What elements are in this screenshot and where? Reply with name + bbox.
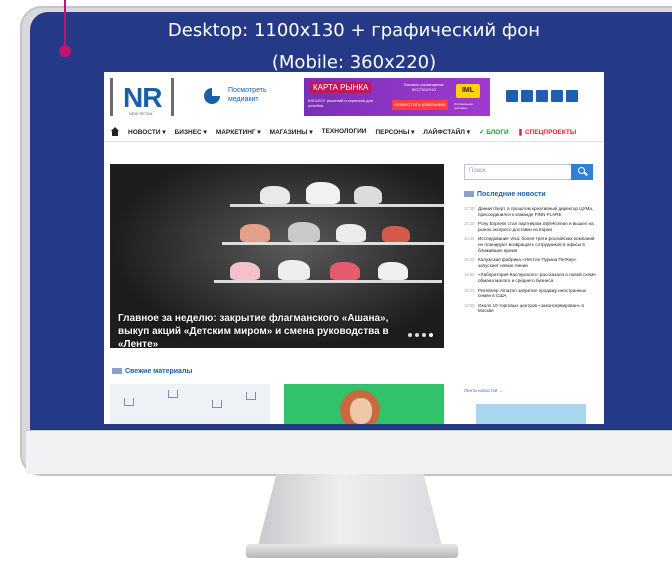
news-time: 15:50 xyxy=(464,272,475,278)
caption-mobile: (Mobile: 360x220) xyxy=(271,52,437,73)
site-logo[interactable]: NR NEW RETAIL xyxy=(110,78,174,116)
mail-icon[interactable] xyxy=(566,90,578,102)
sneaker xyxy=(240,224,270,242)
sneaker xyxy=(336,224,366,242)
sneaker xyxy=(260,186,290,204)
news-text[interactable]: Даниел Берт, в прошлом креативный директ… xyxy=(478,206,598,217)
news-text[interactable]: Ритейлер Amazon запретил продажу иностра… xyxy=(478,288,598,299)
nav-lifestyle[interactable]: ЛАЙФСТАЙЛ ▾ xyxy=(423,128,470,136)
logo-subtitle: NEW RETAIL xyxy=(129,111,154,116)
monitor-base xyxy=(246,544,458,558)
news-time: 16:45 xyxy=(464,236,475,242)
article-thumbnail[interactable] xyxy=(284,384,444,424)
fresh-heading: Свежие материалы xyxy=(112,368,192,375)
sneaker xyxy=(306,182,340,204)
mediakit-link[interactable]: Посмотреть медиакит xyxy=(228,86,288,104)
cart-icon xyxy=(246,392,256,400)
search-icon-handle xyxy=(584,171,588,176)
news-item[interactable]: 17:30 Даниел Берт, в прошлом креативный д… xyxy=(464,206,598,217)
nr-mark-icon xyxy=(464,191,474,198)
nav-marketing[interactable]: МАРКЕТИНГ ▾ xyxy=(216,128,261,136)
home-icon[interactable] xyxy=(110,126,120,137)
sneaker xyxy=(378,262,408,280)
news-item[interactable]: 14:55 Около 10 торговых центров «законсер… xyxy=(464,303,598,314)
sneaker xyxy=(278,260,310,280)
news-text[interactable]: Исследование Visa: более трети российски… xyxy=(478,236,598,253)
latest-news-label: Последние новости xyxy=(477,191,546,198)
article-thumbnail[interactable] xyxy=(110,384,270,424)
nr-mark-icon xyxy=(112,368,122,375)
news-time: 17:10 xyxy=(464,221,475,227)
slider-dot[interactable] xyxy=(408,333,412,337)
banner-partner-sub: Оптимальная доставка xyxy=(454,102,474,110)
portrait-face xyxy=(350,398,372,424)
shelf xyxy=(230,204,444,207)
telegram-icon[interactable] xyxy=(536,90,548,102)
news-time: 16:20 xyxy=(464,257,475,263)
news-item[interactable]: 16:45 Исследование Visa: более трети росс… xyxy=(464,236,598,253)
facebook-icon[interactable] xyxy=(506,90,518,102)
sneaker xyxy=(354,186,382,204)
social-links xyxy=(506,90,578,102)
search-button[interactable] xyxy=(571,164,593,180)
slider-dots xyxy=(408,333,433,337)
news-list: 17:30 Даниел Берт, в прошлом креативный д… xyxy=(464,206,598,318)
nav-persons[interactable]: ПЕРСОНЫ ▾ xyxy=(375,128,414,136)
banner-partner-logo: IML xyxy=(456,84,480,98)
banner-brand: КАРТА РЫНКА xyxy=(310,82,372,93)
search-box[interactable]: Поиск xyxy=(464,164,593,180)
sneaker xyxy=(382,226,410,242)
fresh-label: Свежие материалы xyxy=(125,368,193,375)
sneaker xyxy=(288,222,320,242)
news-item[interactable]: 17:10 Pony Express стал партнёром StyleKo… xyxy=(464,221,598,232)
news-time: 15:20 xyxy=(464,287,475,293)
news-text[interactable]: «Лаборатория Касперского» рассказала о н… xyxy=(478,272,598,283)
latest-news-heading: Последние новости xyxy=(464,191,546,198)
news-feed-link[interactable]: Лента новостей → xyxy=(464,388,503,393)
slider-dot[interactable] xyxy=(422,333,426,337)
search-input[interactable]: Поиск xyxy=(469,168,486,174)
news-item[interactable]: 15:20 Ритейлер Amazon запретил продажу ин… xyxy=(464,288,598,299)
news-time: 17:30 xyxy=(464,206,475,211)
vk-icon[interactable] xyxy=(521,90,533,102)
sidebar-ad[interactable] xyxy=(476,404,586,424)
sneaker xyxy=(330,262,360,280)
news-text[interactable]: Около 10 торговых центров «законсервиров… xyxy=(478,303,598,314)
header-banner[interactable]: КАРТА РЫНКА КАТАЛОГ решений и сервисов д… xyxy=(304,78,490,116)
cart-icon xyxy=(124,398,134,406)
slider-dot-active[interactable] xyxy=(429,333,433,337)
banner-catalog: КАТАЛОГ решений и сервисов для ритейла xyxy=(308,98,373,108)
cart-icon xyxy=(212,400,222,408)
news-text[interactable]: Калужская фабрика «Нестле Пурина ПетКер»… xyxy=(478,257,598,268)
hero-caption[interactable]: Главное за неделю: закрытие флагманского… xyxy=(118,312,418,348)
slider-dot[interactable] xyxy=(415,333,419,337)
news-item[interactable]: 15:50 «Лаборатория Касперского» рассказал… xyxy=(464,272,598,283)
monitor-stand xyxy=(258,474,442,546)
main-nav: НОВОСТИ ▾ БИЗНЕС ▾ МАРКЕТИНГ ▾ МАГАЗИНЫ … xyxy=(104,122,604,142)
news-text[interactable]: Pony Express стал партнёром StyleKorean … xyxy=(478,221,598,232)
cart-icon xyxy=(168,390,178,398)
banner-free-text: Базовое размещение БЕСПЛАТНО xyxy=(404,82,444,92)
ok-icon[interactable] xyxy=(551,90,563,102)
nav-blogs[interactable]: ✓ БЛОГИ xyxy=(479,128,509,136)
shelf xyxy=(214,280,442,283)
site-header: NR NEW RETAIL Посмотреть медиакит КАРТА … xyxy=(104,72,604,120)
hero-slide[interactable]: Главное за неделю: закрытие флагманского… xyxy=(110,164,444,348)
sneaker xyxy=(230,262,260,280)
shelf xyxy=(222,242,444,245)
website-preview: NR NEW RETAIL Посмотреть медиакит КАРТА … xyxy=(104,72,604,424)
nav-tech[interactable]: ТЕХНОЛОГИИ xyxy=(322,128,367,135)
caption-desktop: Desktop: 1100x130 + графический фон xyxy=(167,20,541,41)
nav-specials[interactable]: ❚ СПЕЦПРОЕКТЫ xyxy=(518,128,576,136)
news-item[interactable]: 16:20 Калужская фабрика «Нестле Пурина Пе… xyxy=(464,257,598,268)
banner-button[interactable]: РАЗМЕСТИТЬ КОМПАНИЮ xyxy=(392,100,448,110)
nav-business[interactable]: БИЗНЕС ▾ xyxy=(175,128,207,136)
logo-text: NR xyxy=(123,82,162,113)
news-time: 14:55 xyxy=(464,302,475,308)
page: Desktop: 1100x130 + графический фон (Mob… xyxy=(0,0,672,565)
nav-news[interactable]: НОВОСТИ ▾ xyxy=(128,128,166,136)
nav-stores[interactable]: МАГАЗИНЫ ▾ xyxy=(270,128,313,136)
monitor-chin xyxy=(26,430,672,474)
pie-chart-icon xyxy=(204,88,220,104)
